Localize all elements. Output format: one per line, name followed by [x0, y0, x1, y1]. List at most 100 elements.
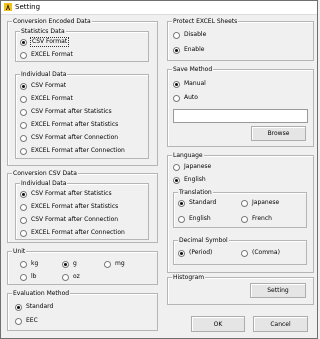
radio-label: Standard [26, 303, 54, 310]
radio-icon [20, 273, 27, 281]
conversion-csv-label: Conversion CSV Data [12, 170, 78, 177]
radio-icon [241, 215, 248, 223]
histogram-setting-button[interactable]: Setting [250, 283, 306, 298]
radio-icon [173, 94, 180, 102]
radio-label: EXCEL Format after Statistics [31, 203, 119, 210]
radio-csv-excel-stat[interactable]: EXCEL Format after Statistics [20, 203, 118, 211]
radio-csv-csv-stat[interactable]: CSV Format after Statistics [20, 190, 112, 198]
individual-data-group: Individual Data CSV Format EXCEL Format … [15, 71, 149, 159]
decimal-symbol-group: Decimal Symbol (Period) (Comma) [173, 237, 307, 265]
statistics-data-label: Statistics Data [20, 28, 66, 35]
radio-label: Enable [184, 46, 205, 53]
radio-label: Standard [189, 199, 217, 206]
radio-csv-csv-conn[interactable]: CSV Format after Connection [20, 216, 118, 224]
radio-eval-standard[interactable]: Standard [15, 303, 53, 311]
radio-label: kg [31, 260, 39, 267]
unit-group: Unit kg g mg lb oz [7, 248, 158, 285]
radio-label: CSV Format [31, 82, 67, 89]
individual-data-label: Individual Data [20, 71, 68, 78]
radio-icon [20, 190, 27, 198]
radio-icon [178, 199, 185, 207]
radio-icon [178, 215, 185, 223]
radio-save-auto[interactable]: Auto [173, 94, 198, 102]
conversion-csv-group: Conversion CSV Data Individual Data CSV … [7, 170, 158, 243]
radio-unit-lb[interactable]: lb [20, 273, 36, 281]
radio-trans-french[interactable]: French [241, 215, 272, 223]
radio-unit-kg[interactable]: kg [20, 260, 38, 268]
radio-icon [15, 317, 22, 325]
radio-label: CSV Format after Statistics [31, 108, 112, 115]
radio-icon [173, 163, 180, 171]
radio-ind-excel-conn[interactable]: EXCEL Format after Connection [20, 147, 125, 155]
radio-icon [173, 31, 180, 39]
browse-button[interactable]: Browse [251, 126, 306, 141]
radio-icon [20, 216, 27, 224]
radio-icon [20, 108, 27, 116]
radio-decimal-period[interactable]: (Period) [178, 249, 212, 257]
evaluation-method-group: Evaluation Method Standard EEC [7, 290, 158, 331]
radio-ind-excel-stat[interactable]: EXCEL Format after Statistics [20, 121, 118, 129]
radio-stat-excel[interactable]: EXCEL Format [20, 51, 73, 59]
radio-save-manual[interactable]: Manual [173, 80, 206, 88]
radio-protect-enable[interactable]: Enable [173, 46, 204, 54]
radio-label: EXCEL Format after Connection [31, 147, 125, 154]
radio-label: Manual [184, 80, 206, 87]
radio-csv-excel-conn[interactable]: EXCEL Format after Connection [20, 229, 125, 237]
radio-icon [20, 229, 27, 237]
radio-label: Japanese [252, 199, 280, 206]
radio-label: EXCEL Format after Connection [31, 229, 125, 236]
save-path-input[interactable] [173, 109, 308, 123]
radio-label: EXCEL Format [31, 95, 73, 102]
radio-lang-japanese[interactable]: Japanese [173, 163, 211, 171]
radio-lang-english[interactable]: English [173, 176, 206, 184]
radio-label: EEC [26, 317, 38, 324]
radio-icon [20, 95, 27, 103]
radio-unit-g[interactable]: g [62, 260, 77, 268]
cancel-button[interactable]: Cancel [253, 316, 308, 332]
radio-decimal-comma[interactable]: (Comma) [241, 249, 280, 257]
app-logo-icon [4, 3, 12, 11]
radio-icon [20, 38, 27, 46]
radio-ind-excel[interactable]: EXCEL Format [20, 95, 73, 103]
decimal-symbol-label: Decimal Symbol [178, 237, 229, 244]
conversion-encoded-label: Conversion Encoded Data [12, 18, 92, 25]
radio-stat-csv[interactable]: CSV Format [20, 37, 70, 47]
save-method-group: Save Method Manual Auto Browse [167, 66, 314, 147]
ok-button[interactable]: OK [191, 316, 245, 332]
radio-icon [62, 273, 69, 281]
protect-excel-group: Protect EXCEL Sheets Disable Enable [167, 18, 314, 61]
radio-label: (Period) [189, 249, 213, 256]
radio-icon [15, 303, 22, 311]
radio-trans-english[interactable]: English [178, 215, 211, 223]
radio-icon [62, 260, 69, 268]
radio-icon [20, 203, 27, 211]
unit-label: Unit [12, 248, 27, 255]
radio-label: mg [115, 260, 125, 267]
radio-label: CSV Format after Connection [31, 216, 119, 223]
radio-icon [20, 147, 27, 155]
radio-icon [20, 51, 27, 59]
radio-icon [241, 249, 248, 257]
radio-unit-mg[interactable]: mg [104, 260, 125, 268]
radio-icon [104, 260, 111, 268]
radio-label: Auto [184, 94, 198, 101]
radio-icon [178, 249, 185, 257]
radio-protect-disable[interactable]: Disable [173, 31, 206, 39]
csv-individual-data-label: Individual Data [20, 180, 68, 187]
radio-icon [20, 121, 27, 129]
translation-group: Translation Standard Japanese English Fr… [173, 189, 307, 228]
protect-excel-label: Protect EXCEL Sheets [172, 18, 239, 25]
radio-unit-oz[interactable]: oz [62, 273, 80, 281]
radio-icon [20, 134, 27, 142]
radio-label: (Comma) [252, 249, 280, 256]
radio-label: French [252, 215, 272, 222]
radio-ind-csv-conn[interactable]: CSV Format after Connection [20, 134, 118, 142]
settings-window: Setting Conversion Encoded Data Statisti… [0, 0, 318, 339]
radio-trans-standard[interactable]: Standard [178, 199, 216, 207]
radio-ind-csv[interactable]: CSV Format [20, 82, 66, 90]
window-title: Setting [15, 3, 41, 11]
language-group: Language Japanese English Translation St… [167, 152, 314, 273]
radio-eval-eec[interactable]: EEC [15, 317, 38, 325]
radio-ind-csv-stat[interactable]: CSV Format after Statistics [20, 108, 112, 116]
radio-trans-japanese[interactable]: Japanese [241, 199, 279, 207]
